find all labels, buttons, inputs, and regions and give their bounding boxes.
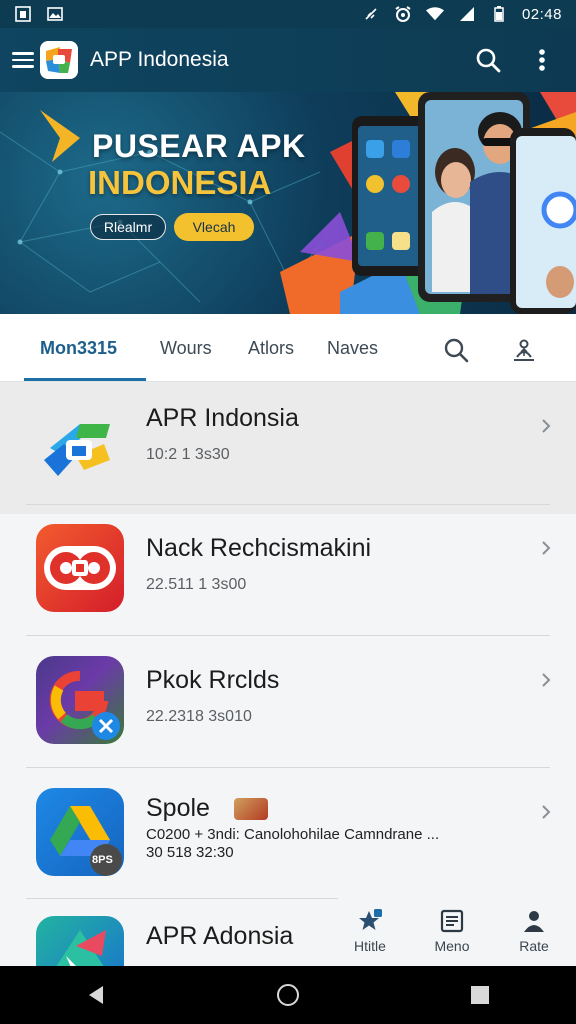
mini-nav-label: Meno (434, 938, 470, 954)
mini-nav-item-title[interactable]: Htitle (340, 908, 400, 954)
upload-person-icon[interactable] (510, 336, 538, 364)
link-logo-icon (36, 404, 124, 492)
search-icon[interactable] (466, 38, 510, 82)
star-badge-icon (359, 909, 382, 930)
list-item[interactable]: 8PS Spole C0200 + 3ndi: Canolohohilae Ca… (0, 768, 576, 900)
chevron-right-icon (542, 419, 551, 433)
person-icon (524, 911, 544, 932)
app-thumb-icon (234, 798, 268, 820)
mute-icon (362, 6, 380, 22)
app-title: APP Indonesia (90, 48, 229, 71)
mini-nav-label: Htitle (354, 938, 386, 954)
google-g-icon (36, 656, 124, 744)
banner-primary-button[interactable]: Rlealmr (90, 214, 166, 240)
promo-banner[interactable]: PUSEAR APK INDONESIA Rlealmr Vlecah (0, 92, 576, 314)
arrow-logo-icon (36, 916, 124, 968)
menu-icon[interactable] (12, 49, 34, 71)
app-meta-secondary: 30 518 32:30 (146, 844, 234, 861)
list-item[interactable]: Pkok Rrclds 22.2318 3s010 (0, 636, 576, 768)
screen: 02:48 APP Indonesia PUSEAR APK INDONESIA… (0, 0, 576, 1024)
list-box-icon (440, 909, 464, 933)
app-list: APR Indonsia 10:2 1 3s30 Nack Rechcismak… (0, 382, 576, 968)
tab-naves[interactable]: Naves (327, 338, 378, 359)
system-nav-bar (0, 966, 576, 1024)
mini-nav-label: Rate (519, 938, 549, 954)
banner-artwork (0, 92, 576, 314)
app-name: Nack Rechcismakini (146, 534, 372, 562)
status-left (14, 6, 64, 22)
banner-subtitle: INDONESIA (88, 164, 272, 201)
chevron-right-icon (542, 673, 551, 687)
tab-mon[interactable]: Mon3315 (40, 338, 117, 359)
chevron-right-icon (542, 541, 551, 555)
toggle-logo-icon (36, 524, 124, 612)
app-meta: 22.511 1 3s00 (146, 576, 247, 593)
list-item[interactable]: APR Indonsia 10:2 1 3s30 (0, 382, 576, 514)
recents-icon[interactable] (455, 970, 505, 1020)
app-meta: 22.2318 3s010 (146, 708, 252, 725)
app-meta: C0200 + 3ndi: Canolohohilae Camndrane ..… (146, 826, 440, 843)
active-tab-indicator (24, 378, 146, 381)
home-icon[interactable] (263, 970, 313, 1020)
back-icon[interactable] (71, 970, 121, 1020)
more-vert-icon[interactable] (520, 38, 564, 82)
tab-bar: Mon3315 Wours Atlors Naves (0, 314, 576, 382)
chevron-right-icon (542, 805, 551, 819)
app-name: APR Adonsia (146, 922, 294, 950)
list-item[interactable]: Nack Rechcismakini 22.511 1 3s00 (0, 504, 576, 636)
mini-nav-item-menu[interactable]: Meno (422, 908, 482, 954)
status-right: 02:48 (362, 6, 562, 23)
app-name: APR Indonsia (146, 404, 299, 432)
search-icon[interactable] (442, 336, 470, 364)
tab-atlors[interactable]: Atlors (248, 338, 294, 359)
banner-secondary-button[interactable]: Vlecah (174, 213, 254, 241)
app-name: Pkok Rrclds (146, 666, 280, 694)
image-icon (46, 6, 64, 22)
app-bar: APP Indonesia (0, 28, 576, 92)
alarm-icon (394, 6, 412, 22)
banner-title: PUSEAR APK (92, 128, 306, 164)
signal-icon (458, 6, 476, 22)
app-meta: 10:2 1 3s30 (146, 446, 230, 463)
mini-nav-item-rate[interactable]: Rate (504, 908, 564, 954)
tab-wours[interactable]: Wours (160, 338, 212, 359)
status-bar: 02:48 (0, 0, 576, 28)
bottom-mini-nav: Htitle Meno Rate (338, 898, 576, 966)
app-logo-icon (40, 41, 78, 79)
status-time: 02:48 (521, 5, 562, 23)
battery-icon (490, 6, 508, 22)
app-badge: 8PS (92, 854, 113, 866)
wifi-icon (425, 6, 444, 22)
app-name: Spole (146, 794, 210, 822)
screenshot-icon (14, 6, 32, 22)
